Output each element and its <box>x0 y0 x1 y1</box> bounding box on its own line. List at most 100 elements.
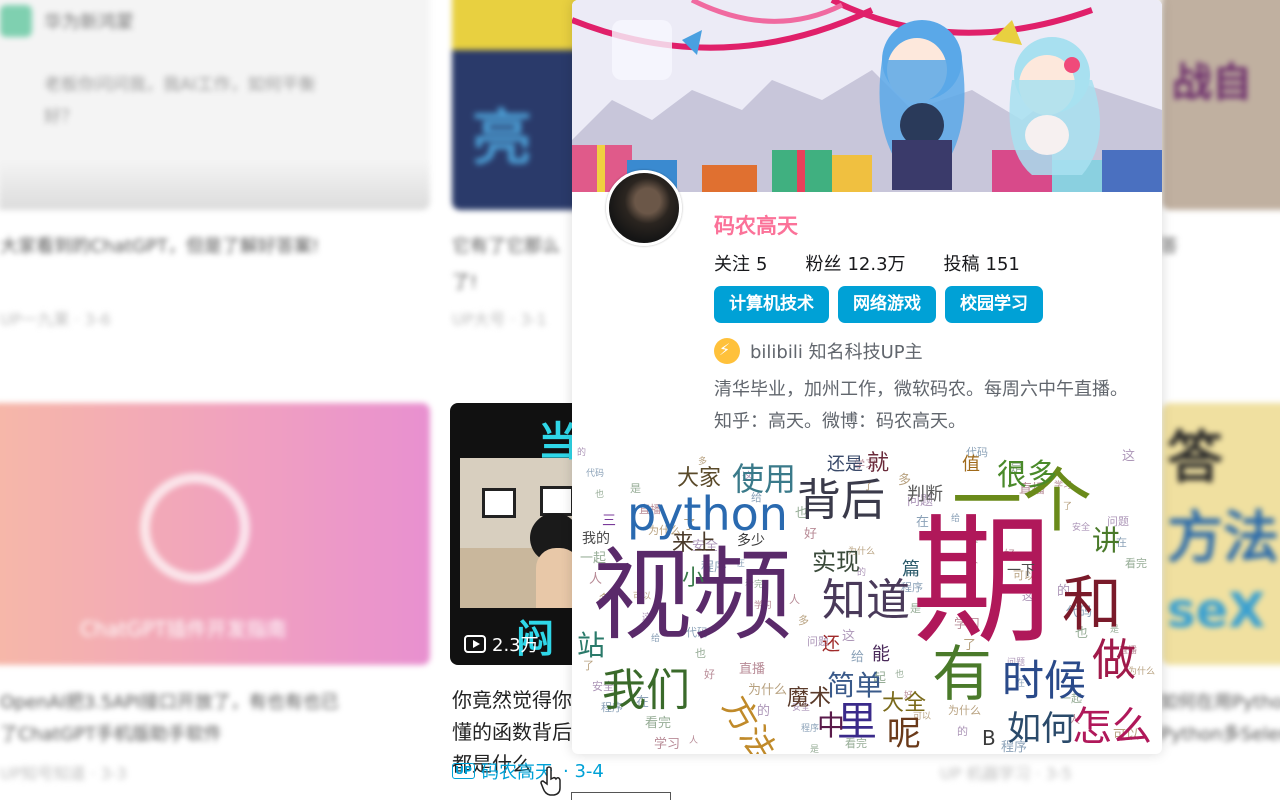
wordcloud-filler-word: 多 <box>798 613 809 627</box>
stat-following[interactable]: 关注 5 <box>714 250 767 276</box>
profile-banner <box>572 0 1162 192</box>
bg-row2-title1: OpenAI把3.5API接口开放了，有也有也已 <box>0 692 339 713</box>
bg-row1-meta1: UP一九果 · 3-6 <box>0 310 111 329</box>
wordcloud-filler-word: 这 <box>1122 448 1135 464</box>
bg-row2-title1b: 了ChatGPT手机版助手软件 <box>0 724 222 745</box>
bg-row1-meta2: UP大号 · 3-1 <box>452 310 547 329</box>
wordcloud-filler-word: 看完 <box>645 715 671 731</box>
wordcloud-word: 能 <box>872 644 890 665</box>
bg-chatgpt-card[interactable]: ChatGPT插件开发指南 <box>0 403 430 665</box>
verification-text: bilibili 知名科技UP主 <box>750 342 923 363</box>
tag-campus-learning[interactable]: 校园学习 <box>945 286 1043 323</box>
wordcloud-word: 三 <box>602 513 616 529</box>
wordcloud-filler-word: 这 <box>842 628 855 644</box>
wordcloud-filler-word: 的 <box>957 724 968 738</box>
wordcloud-filler-word: 学习 <box>654 736 680 752</box>
user-stats: 关注 5 粉丝 12.3万 投稿 151 <box>714 250 1020 276</box>
bg-card1-title: 华为新鸿蒙 <box>44 12 134 33</box>
wordcloud-word: 讲 <box>1092 524 1120 557</box>
bg-row1-right: 答 <box>1160 236 1178 257</box>
bg-chatgpt-label: ChatGPT插件开发指南 <box>80 617 287 641</box>
user-card-popup: 码农高天 关注5 粉丝12.3万 投稿151 计算机技术 网络游戏 校园学习 b… <box>572 0 1162 754</box>
wordcloud-filler-word: 是 <box>810 744 819 754</box>
bg-row2-right2: Python多Selenium <box>1160 724 1280 745</box>
lightning-badge-icon <box>714 338 740 364</box>
wordcloud-filler-word: 人 <box>689 735 698 746</box>
verification: bilibili 知名科技UP主 <box>714 338 923 364</box>
word-cloud: 的是了在人这也为什么程序学习问题一起可以代码直播安全看完多给好的是了在人这也为什… <box>577 446 1155 755</box>
wordcloud-word: 我的 <box>582 531 610 547</box>
wordcloud-word: 方法 <box>714 690 783 755</box>
bg-card-top-right[interactable]: 战自 <box>1162 0 1280 210</box>
view-count: 2.3万 <box>464 631 539 657</box>
wordcloud-word: 值 <box>962 454 980 475</box>
user-bio: 清华毕业，加州工作，微软码农。每周六中午直播。知乎：高天。微博：码农高天。 <box>714 379 1128 432</box>
wordcloud-word: 我们 <box>602 665 690 716</box>
wordcloud-word: 一下 <box>1007 563 1035 579</box>
wordcloud-word: B <box>982 726 996 750</box>
wordcloud-word: 多少 <box>737 532 765 549</box>
wordcloud-word: 还是 <box>827 454 863 475</box>
thumb-scene <box>460 458 580 608</box>
wordcloud-word: 魔术 <box>787 686 831 711</box>
wordcloud-word: 还 <box>822 634 840 655</box>
avatar[interactable] <box>606 170 682 246</box>
wordcloud-word: 就 <box>867 451 889 476</box>
tag-computer-tech[interactable]: 计算机技术 <box>714 286 829 323</box>
bg-card-mid-right[interactable]: 答 方法 seX <box>1162 403 1280 665</box>
video-thumbnail[interactable]: 当 闷 2.3万 <box>450 403 580 665</box>
bg-row2-right-meta: UP 机器学习 · 3-5 <box>940 764 1072 783</box>
wordcloud-word: 来上 <box>672 531 716 556</box>
wordcloud-word: 很多 <box>997 458 1057 493</box>
wordcloud-filler-word: 也 <box>895 668 904 680</box>
wordcloud-word: 使用 <box>732 460 796 498</box>
wordcloud-word: 怎么 <box>1072 704 1152 750</box>
wordcloud-word: 有 <box>932 640 992 710</box>
wordcloud-word: 大家 <box>677 466 721 491</box>
bg-row1-title1: 大家看到的ChatGPT，但是了解好答案! <box>0 236 320 257</box>
bg-card1-desc2: 好？ <box>44 107 78 127</box>
wordcloud-word: 简单 <box>827 669 883 702</box>
bg-row1-title2b: 了! <box>452 272 478 293</box>
tooltip-edge <box>571 792 671 800</box>
stat-followers[interactable]: 粉丝 12.3万 <box>805 250 905 276</box>
wordcloud-word: 知道 <box>822 575 910 626</box>
wordcloud-word: 如何 <box>1007 709 1075 749</box>
uploader-line[interactable]: UP 码农高天 · 3-4 <box>452 758 604 784</box>
wordcloud-filler-word: 为什么 <box>748 683 787 698</box>
wordcloud-filler-word: 给 <box>851 650 864 665</box>
play-count-icon <box>464 635 486 653</box>
wordcloud-word: 中 <box>817 709 845 742</box>
wordcloud-filler-word: 代码 <box>586 468 604 479</box>
bg-card1-desc: 老板你问问我，我AI工作，如何平衡 <box>44 75 316 95</box>
bg-card-top-middle[interactable]: 亮 <box>452 0 582 210</box>
upload-date: · 3-4 <box>563 760 604 782</box>
hand-cursor-icon <box>540 766 561 796</box>
wordcloud-word: 站 <box>577 629 605 662</box>
wordcloud-word: 大全 <box>882 691 926 716</box>
wordcloud-word: 判断 <box>907 484 943 505</box>
bg-row2-right1: 如何在用Python <box>1160 692 1280 713</box>
wordcloud-filler-word: 好 <box>704 667 715 681</box>
stat-uploads[interactable]: 投稿 151 <box>944 250 1020 276</box>
tag-list: 计算机技术 网络游戏 校园学习 <box>714 286 1043 323</box>
bg-row2-meta1: UP知号知道 · 3-3 <box>0 764 127 783</box>
wordcloud-word: 和 <box>1062 570 1122 640</box>
wordcloud-word: 呢 <box>887 714 921 754</box>
wordcloud-filler-word: 直播 <box>739 662 765 677</box>
wordcloud-filler-word: 好 <box>804 527 817 542</box>
up-badge-icon: UP <box>452 763 475 779</box>
tag-online-games[interactable]: 网络游戏 <box>838 286 936 323</box>
wordcloud-word: 篇 <box>902 559 920 580</box>
view-count-value: 2.3万 <box>492 635 539 656</box>
wordcloud-word: 做 <box>1092 635 1136 686</box>
wordcloud-filler-word: 的 <box>577 446 586 458</box>
wordcloud-word: 小 <box>682 566 704 591</box>
wordcloud-filler-word: 也 <box>595 488 604 500</box>
bg-row1-title2: 它有了它那么 <box>452 236 560 257</box>
username[interactable]: 码农高天 <box>714 210 798 240</box>
wordcloud-word: 背后 <box>797 475 885 526</box>
wordcloud-word: 实现 <box>812 548 860 576</box>
wordcloud-word: 时候 <box>1002 656 1086 705</box>
wordcloud-filler-word: 看完 <box>1125 556 1147 570</box>
